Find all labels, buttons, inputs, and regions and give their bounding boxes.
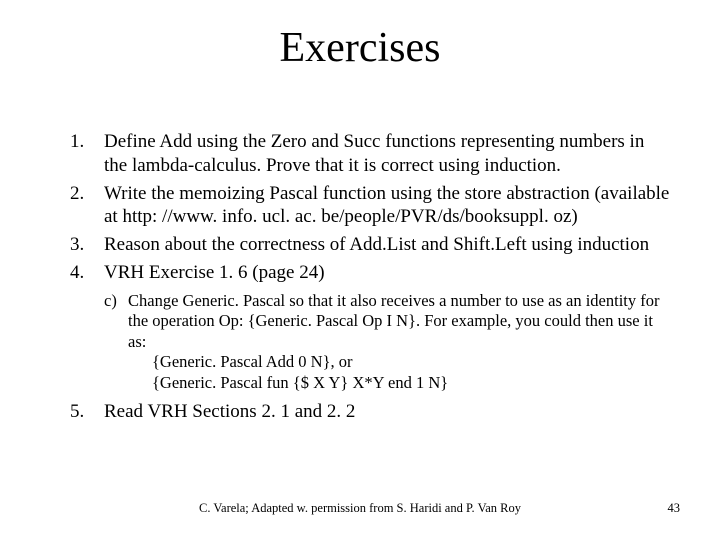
page-number: 43 xyxy=(668,501,681,516)
list-number: 2. xyxy=(70,182,104,206)
list-item: 5. Read VRH Sections 2. 1 and 2. 2 xyxy=(70,400,670,424)
sublist-item: c) Change Generic. Pascal so that it als… xyxy=(104,291,670,353)
footer-credit: C. Varela; Adapted w. permission from S.… xyxy=(0,501,720,516)
list-number: 3. xyxy=(70,233,104,257)
sublist-text: Change Generic. Pascal so that it also r… xyxy=(128,291,670,353)
slide-title: Exercises xyxy=(0,24,720,72)
list-text: Read VRH Sections 2. 1 and 2. 2 xyxy=(104,400,670,424)
slide: Exercises 1. Define Add using the Zero a… xyxy=(0,0,720,540)
slide-content: 1. Define Add using the Zero and Succ fu… xyxy=(70,130,670,427)
list-number: 5. xyxy=(70,400,104,424)
sublist-label: c) xyxy=(104,291,128,312)
list-text: Define Add using the Zero and Succ funct… xyxy=(104,130,670,178)
list-text: VRH Exercise 1. 6 (page 24) xyxy=(104,261,670,285)
list-item: 2. Write the memoizing Pascal function u… xyxy=(70,182,670,230)
sublist: c) Change Generic. Pascal so that it als… xyxy=(104,291,670,394)
list-number: 4. xyxy=(70,261,104,285)
list-number: 1. xyxy=(70,130,104,154)
list-text: Reason about the correctness of Add.List… xyxy=(104,233,670,257)
list-item: 4. VRH Exercise 1. 6 (page 24) xyxy=(70,261,670,285)
list-item: 3. Reason about the correctness of Add.L… xyxy=(70,233,670,257)
sublist-line: {Generic. Pascal Add 0 N}, or xyxy=(152,352,670,373)
list-text: Write the memoizing Pascal function usin… xyxy=(104,182,670,230)
list-item: 1. Define Add using the Zero and Succ fu… xyxy=(70,130,670,178)
sublist-line: {Generic. Pascal fun {$ X Y} X*Y end 1 N… xyxy=(152,373,670,394)
